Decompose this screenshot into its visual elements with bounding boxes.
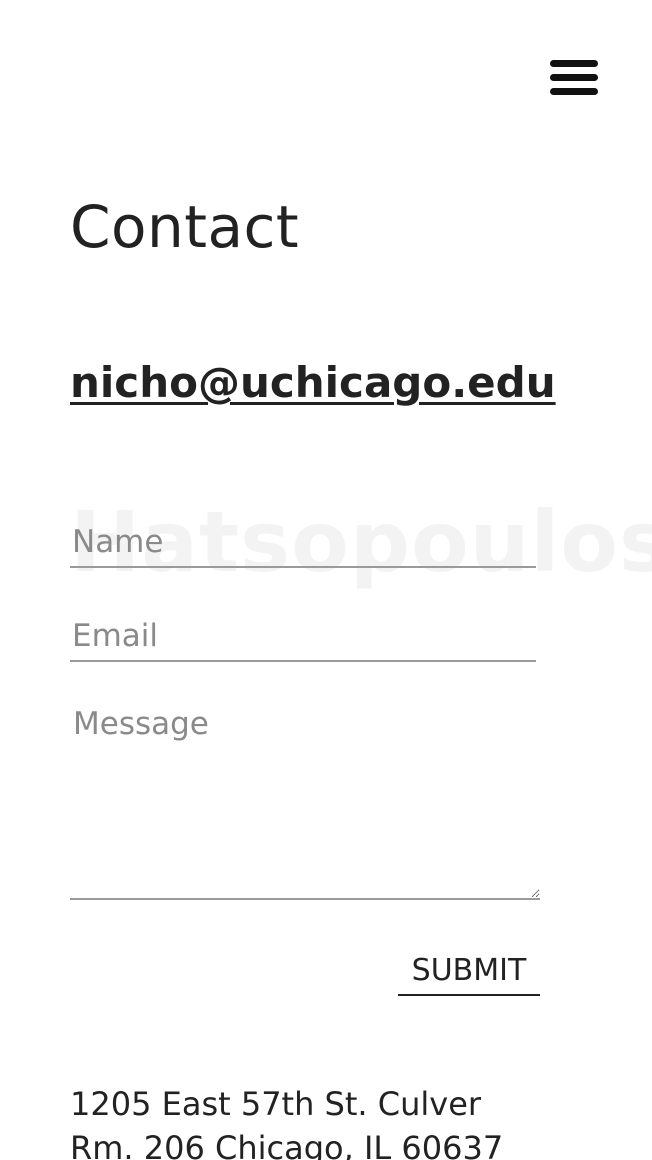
message-textarea[interactable] [70, 702, 540, 900]
address: 1205 East 57th St. Culver Rm. 206 Chicag… [70, 1082, 590, 1160]
address-line-1: 1205 East 57th St. Culver [70, 1085, 482, 1123]
name-input[interactable] [70, 518, 536, 568]
email-link[interactable]: nicho@uchicago.edu [70, 356, 556, 410]
menu-bar-middle [550, 74, 598, 81]
contact-page: Contact nicho@uchicago.edu Hatsopoulos S… [0, 0, 652, 1160]
menu-bar-bottom [550, 88, 598, 95]
menu-bar-top [550, 60, 598, 67]
address-line-2: Rm. 206 Chicago, IL 60637 [70, 1129, 504, 1160]
page-title: Contact [70, 193, 300, 261]
email-input[interactable] [70, 612, 536, 662]
submit-button[interactable]: SUBMIT [398, 946, 540, 996]
hamburger-menu-icon[interactable] [550, 60, 598, 96]
